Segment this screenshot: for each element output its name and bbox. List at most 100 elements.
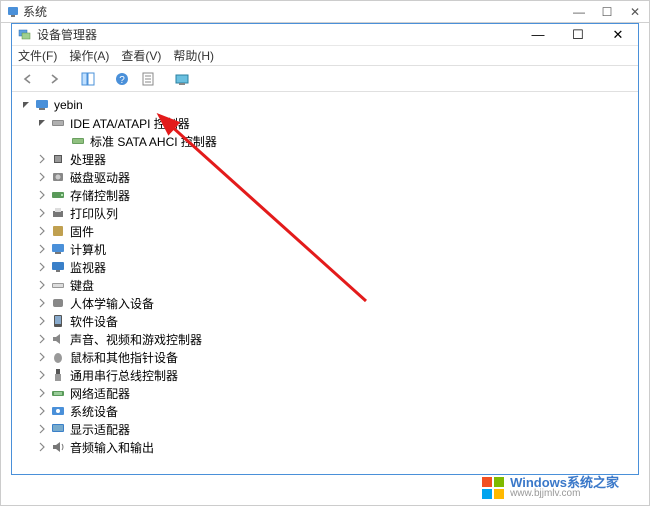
tree-item-label: 显示适配器 bbox=[70, 421, 130, 438]
system-icon bbox=[7, 6, 19, 18]
tree-item[interactable]: 网络适配器 bbox=[16, 384, 638, 402]
network-icon bbox=[50, 385, 66, 401]
hid-icon bbox=[50, 295, 66, 311]
tree-item[interactable]: 通用串行总线控制器 bbox=[16, 366, 638, 384]
tree-item-label: 鼠标和其他指针设备 bbox=[70, 349, 178, 366]
keyboard-icon bbox=[50, 277, 66, 293]
menu-file[interactable]: 文件(F) bbox=[18, 47, 57, 64]
chevron-right-icon[interactable] bbox=[36, 279, 48, 291]
chevron-right-icon[interactable] bbox=[36, 243, 48, 255]
outer-title: 系统 bbox=[23, 3, 47, 20]
nav-back-button[interactable] bbox=[16, 68, 40, 90]
chevron-right-icon[interactable] bbox=[36, 171, 48, 183]
device-tree[interactable]: yebin IDE ATA/ATAPI 控制器标准 SATA AHCI 控制器处理… bbox=[12, 92, 638, 474]
inner-min-button[interactable]: — bbox=[518, 24, 558, 45]
storage-icon bbox=[50, 187, 66, 203]
inner-close-button[interactable]: ✕ bbox=[598, 24, 638, 45]
toolbar-scan-icon[interactable] bbox=[170, 68, 194, 90]
toolbar: ? bbox=[12, 66, 638, 92]
tree-item-label: 系统设备 bbox=[70, 403, 118, 420]
printer-icon bbox=[50, 205, 66, 221]
tree-item[interactable]: 声音、视频和游戏控制器 bbox=[16, 330, 638, 348]
watermark: Windows系统之家 www.bjjmlv.com bbox=[482, 476, 619, 499]
inner-titlebar: 设备管理器 — ☐ ✕ bbox=[12, 24, 638, 46]
chevron-right-icon[interactable] bbox=[36, 189, 48, 201]
outer-close-button[interactable]: ✕ bbox=[621, 1, 649, 22]
device-manager-icon bbox=[18, 28, 32, 42]
inner-max-button[interactable]: ☐ bbox=[558, 24, 598, 45]
menu-action[interactable]: 操作(A) bbox=[69, 47, 109, 64]
outer-min-button[interactable]: — bbox=[565, 1, 593, 22]
tree-item[interactable]: 系统设备 bbox=[16, 402, 638, 420]
ide-icon bbox=[50, 115, 66, 131]
tree-item-label: 标准 SATA AHCI 控制器 bbox=[90, 133, 217, 150]
tree-item-label: 监视器 bbox=[70, 259, 106, 276]
tree-item[interactable]: 存储控制器 bbox=[16, 186, 638, 204]
mouse-icon bbox=[50, 349, 66, 365]
tree-item[interactable]: 固件 bbox=[16, 222, 638, 240]
tree-item[interactable]: 监视器 bbox=[16, 258, 638, 276]
inner-title: 设备管理器 bbox=[37, 26, 97, 43]
tree-item[interactable]: 处理器 bbox=[16, 150, 638, 168]
disk-icon bbox=[50, 169, 66, 185]
tree-item-label: 处理器 bbox=[70, 151, 106, 168]
toolbar-help-icon[interactable]: ? bbox=[110, 68, 134, 90]
audio-icon bbox=[50, 331, 66, 347]
tree-root-label: yebin bbox=[54, 98, 83, 112]
chevron-right-icon[interactable] bbox=[36, 333, 48, 345]
chevron-right-icon[interactable] bbox=[36, 297, 48, 309]
windows-logo-icon bbox=[482, 477, 504, 499]
tree-item[interactable]: 键盘 bbox=[16, 276, 638, 294]
tree-child-item[interactable]: 标准 SATA AHCI 控制器 bbox=[16, 132, 638, 150]
system-icon bbox=[50, 403, 66, 419]
tree-item-label: 人体学输入设备 bbox=[70, 295, 154, 312]
menu-help[interactable]: 帮助(H) bbox=[173, 47, 214, 64]
chevron-right-icon[interactable] bbox=[36, 261, 48, 273]
tree-item[interactable]: IDE ATA/ATAPI 控制器 bbox=[16, 114, 638, 132]
tree-item-label: 计算机 bbox=[70, 241, 106, 258]
toolbar-properties-icon[interactable] bbox=[136, 68, 160, 90]
chevron-right-icon[interactable] bbox=[36, 351, 48, 363]
chevron-down-icon[interactable] bbox=[36, 117, 48, 129]
tree-item[interactable]: 软件设备 bbox=[16, 312, 638, 330]
chevron-right-icon[interactable] bbox=[36, 387, 48, 399]
chevron-right-icon[interactable] bbox=[36, 315, 48, 327]
tree-item-label: 声音、视频和游戏控制器 bbox=[70, 331, 202, 348]
tree-item[interactable]: 人体学输入设备 bbox=[16, 294, 638, 312]
menu-view[interactable]: 查看(V) bbox=[121, 47, 161, 64]
usb-icon bbox=[50, 367, 66, 383]
tree-item-label: 打印队列 bbox=[70, 205, 118, 222]
chevron-right-icon[interactable] bbox=[36, 441, 48, 453]
toolbar-detail-icon[interactable] bbox=[76, 68, 100, 90]
audioio-icon bbox=[50, 439, 66, 455]
tree-item-label: 固件 bbox=[70, 223, 94, 240]
tree-root[interactable]: yebin bbox=[16, 96, 638, 114]
chevron-right-icon[interactable] bbox=[36, 369, 48, 381]
monitor-icon bbox=[50, 259, 66, 275]
tree-item-label: 软件设备 bbox=[70, 313, 118, 330]
tree-item[interactable]: 打印队列 bbox=[16, 204, 638, 222]
firmware-icon bbox=[50, 223, 66, 239]
tree-item[interactable]: 鼠标和其他指针设备 bbox=[16, 348, 638, 366]
tree-item-label: 音频输入和输出 bbox=[70, 439, 154, 456]
sata-icon bbox=[70, 133, 86, 149]
tree-item-label: 通用串行总线控制器 bbox=[70, 367, 178, 384]
tree-item-label: 键盘 bbox=[70, 277, 94, 294]
software-icon bbox=[50, 313, 66, 329]
computer-icon bbox=[34, 97, 50, 113]
menubar: 文件(F) 操作(A) 查看(V) 帮助(H) bbox=[12, 46, 638, 66]
device-manager-window: 设备管理器 — ☐ ✕ 文件(F) 操作(A) 查看(V) 帮助(H) ? ye… bbox=[11, 23, 639, 475]
chevron-right-icon[interactable] bbox=[36, 423, 48, 435]
nav-forward-button[interactable] bbox=[42, 68, 66, 90]
outer-max-button[interactable]: ☐ bbox=[593, 1, 621, 22]
chevron-down-icon[interactable] bbox=[20, 99, 32, 111]
tree-item[interactable]: 显示适配器 bbox=[16, 420, 638, 438]
chevron-right-icon[interactable] bbox=[36, 405, 48, 417]
tree-item-label: 网络适配器 bbox=[70, 385, 130, 402]
tree-item[interactable]: 磁盘驱动器 bbox=[16, 168, 638, 186]
tree-item[interactable]: 音频输入和输出 bbox=[16, 438, 638, 456]
tree-item[interactable]: 计算机 bbox=[16, 240, 638, 258]
chevron-right-icon[interactable] bbox=[36, 153, 48, 165]
chevron-right-icon[interactable] bbox=[36, 225, 48, 237]
chevron-right-icon[interactable] bbox=[36, 207, 48, 219]
